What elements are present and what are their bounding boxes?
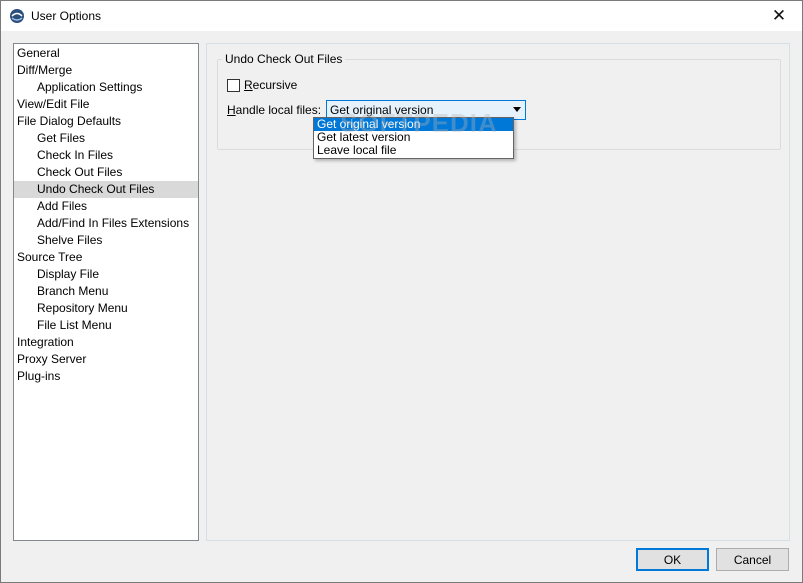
select-value: Get original version — [330, 103, 434, 117]
window-title: User Options — [31, 9, 102, 23]
recursive-option[interactable]: Recursive — [227, 78, 297, 92]
tree-item[interactable]: Integration — [14, 334, 198, 351]
tree-item[interactable]: Proxy Server — [14, 351, 198, 368]
tree-item[interactable]: Undo Check Out Files — [14, 181, 198, 198]
user-options-window: User Options ✕ General Diff/Merge Applicat… — [0, 0, 803, 583]
handle-local-files-dropdown[interactable]: Get original version Get latest version Le… — [313, 117, 514, 159]
options-tree[interactable]: General Diff/Merge Application Settings Vie… — [13, 43, 199, 541]
handle-local-files-label: Handle local files: — [227, 103, 322, 117]
tree-item[interactable]: Plug-ins — [14, 368, 198, 385]
tree-item[interactable]: Add/Find In Files Extensions — [14, 215, 198, 232]
tree-item[interactable]: Shelve Files — [14, 232, 198, 249]
recursive-label: Recursive — [244, 78, 298, 92]
tree-item[interactable]: File List Menu — [14, 317, 198, 334]
close-icon: ✕ — [771, 6, 787, 25]
close-button[interactable]: ✕ — [756, 1, 802, 31]
tree-item[interactable]: Check In Files — [14, 147, 198, 164]
chevron-down-icon — [513, 107, 521, 112]
title-bar[interactable]: User Options ✕ — [1, 1, 802, 31]
tree-item[interactable]: Check Out Files — [14, 164, 198, 181]
tree-item[interactable]: Add Files — [14, 198, 198, 215]
tree-item[interactable]: Branch Menu — [14, 283, 198, 300]
tree-item[interactable]: General — [14, 45, 198, 62]
tree-item[interactable]: Diff/Merge — [14, 62, 198, 79]
tree-item[interactable]: Get Files — [14, 130, 198, 147]
tree-item[interactable]: Source Tree — [14, 249, 198, 266]
tree-item[interactable]: Display File — [14, 266, 198, 283]
recursive-checkbox[interactable] — [227, 78, 240, 92]
tree-item[interactable]: Repository Menu — [14, 300, 198, 317]
tree-item[interactable]: View/Edit File — [14, 96, 198, 113]
cancel-button[interactable]: Cancel — [716, 548, 789, 571]
group-title: Undo Check Out Files — [222, 52, 346, 66]
app-logo-icon — [10, 9, 24, 23]
ok-button[interactable]: OK — [636, 548, 709, 571]
dropdown-option[interactable]: Leave local file — [314, 144, 513, 157]
tree-item[interactable]: File Dialog Defaults — [14, 113, 198, 130]
tree-item[interactable]: Application Settings — [14, 79, 198, 96]
